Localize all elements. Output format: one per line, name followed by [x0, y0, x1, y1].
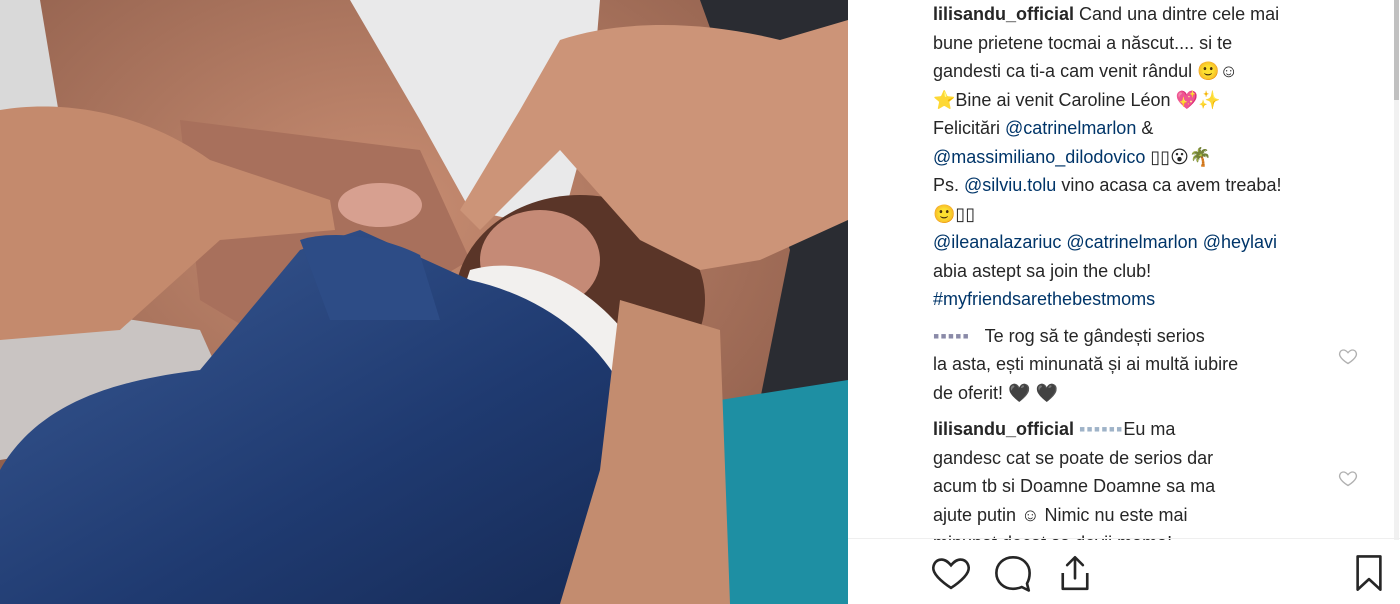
hashtag-link[interactable]: #myfriendsarethebestmoms: [933, 289, 1155, 309]
mention-link[interactable]: @heylavi: [1203, 232, 1277, 252]
comment-text: de oferit! 🖤 🖤: [933, 382, 1058, 403]
comment-item: ▪▪▪▪▪ Te rog să te gândești serios la as…: [933, 322, 1353, 408]
comment-username-blurred[interactable]: ▪▪▪▪▪: [933, 326, 970, 346]
comment-username[interactable]: lilisandu_official: [933, 419, 1074, 439]
mention-link[interactable]: @catrinelmarlon: [1005, 118, 1136, 138]
share-upload-icon[interactable]: [1054, 552, 1096, 594]
caption-line: bune prietene tocmai a născut.... si te: [933, 32, 1233, 53]
comment-text: Eu ma: [1123, 419, 1176, 439]
comment-text: Te rog să te gândești serios: [984, 325, 1205, 346]
comment-like-heart-icon[interactable]: [1338, 468, 1358, 488]
caption-text: vino acasa ca avem treaba!: [1056, 175, 1282, 195]
mention-link[interactable]: @massimiliano_dilodovico: [933, 147, 1145, 167]
scrollbar[interactable]: [1394, 0, 1399, 540]
caption-text: Cand una dintre cele mai: [1074, 4, 1280, 24]
comment-text: acum tb si Doamne Doamne sa ma: [933, 476, 1216, 496]
action-bar: [848, 540, 1400, 604]
caption-line: ⭐Bine ai venit Caroline Léon 💖✨: [933, 89, 1221, 110]
heart-outline-icon[interactable]: [930, 552, 972, 594]
comment-text: gandesc cat se poate de serios dar: [933, 447, 1214, 468]
caption-line: 🙂▯▯: [933, 203, 976, 224]
mention-link[interactable]: @silviu.tolu: [964, 175, 1056, 195]
caption-text: &: [1136, 118, 1154, 138]
comment-mention-blurred[interactable]: ▪▪▪▪▪▪: [1079, 419, 1123, 439]
comment-text: la asta, ești minunată și ai multă iubir…: [933, 354, 1239, 374]
comment-like-heart-icon[interactable]: [1338, 346, 1358, 366]
mention-link[interactable]: @catrinelmarlon: [1066, 232, 1197, 252]
post-photo[interactable]: [0, 0, 848, 604]
caption-text: Felicitări: [933, 118, 1006, 138]
mention-link[interactable]: @ileanalazariuc: [933, 232, 1061, 252]
bookmark-icon[interactable]: [1348, 552, 1390, 594]
caption-line: abia astept sa join the club!: [933, 260, 1152, 281]
caption-text: Ps.: [933, 175, 965, 195]
comment-item: lilisandu_official ▪▪▪▪▪▪Eu ma gandesc c…: [933, 415, 1353, 540]
scrollbar-thumb[interactable]: [1394, 0, 1399, 100]
caption-line: gandesti ca ti-a cam venit rândul 🙂☺: [933, 61, 1238, 81]
comments-scroll-area[interactable]: lilisandu_official Cand una dintre cele …: [933, 0, 1353, 540]
speech-bubble-icon[interactable]: [992, 552, 1034, 594]
divider: [848, 538, 1400, 539]
comment-text: ajute putin ☺ Nimic nu este mai: [933, 504, 1188, 525]
comments-panel: lilisandu_official Cand una dintre cele …: [848, 0, 1400, 604]
caption-text: ▯▯😮🌴: [1145, 146, 1212, 167]
post-caption: lilisandu_official Cand una dintre cele …: [933, 0, 1353, 314]
caption-username[interactable]: lilisandu_official: [933, 4, 1074, 24]
